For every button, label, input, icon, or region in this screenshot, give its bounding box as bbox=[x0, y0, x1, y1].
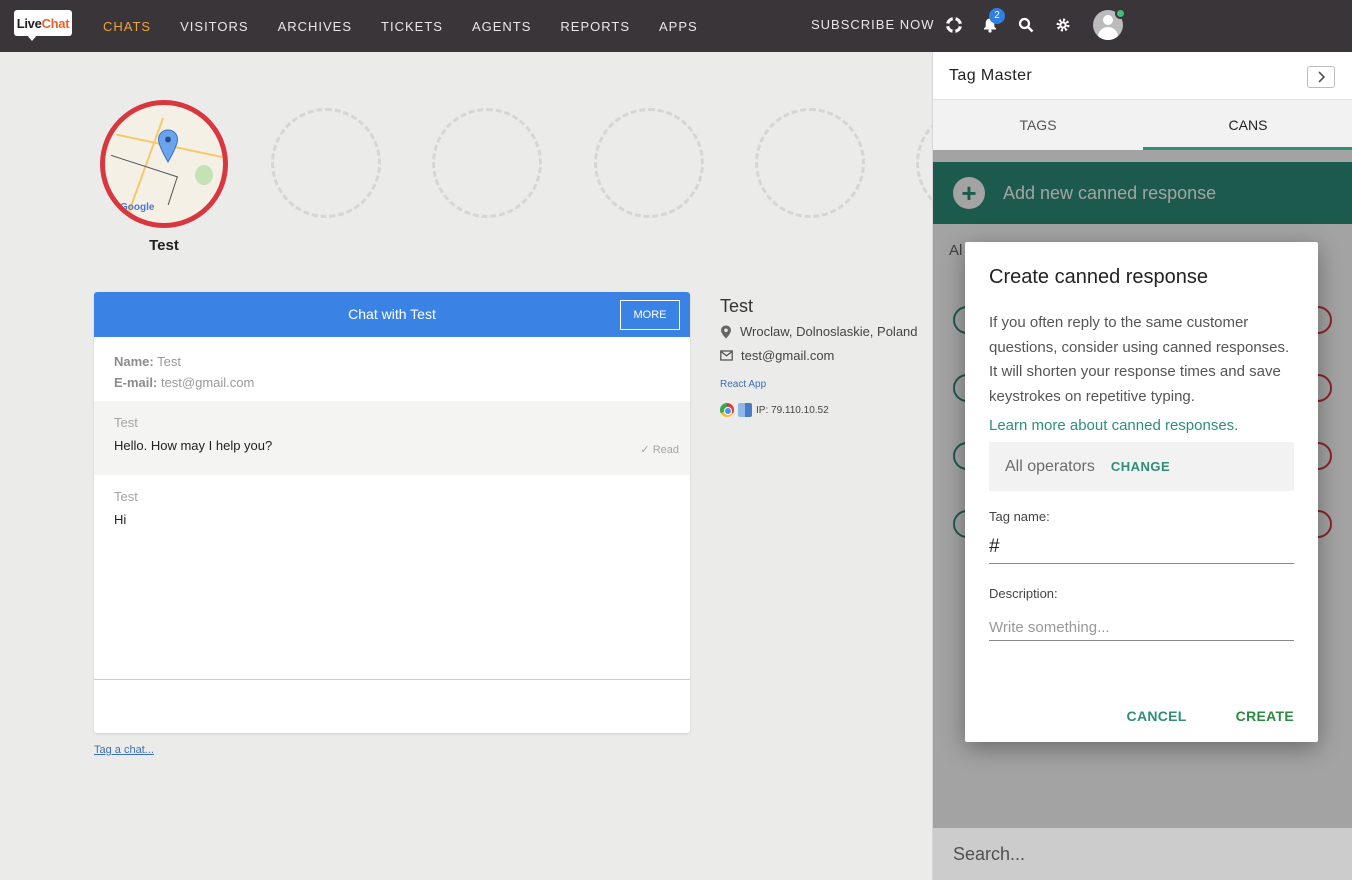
dialog-description: If you often reply to the same customer … bbox=[989, 314, 1290, 405]
chrome-icon bbox=[720, 403, 734, 417]
nav-item-chats[interactable]: CHATS bbox=[103, 19, 151, 34]
tag-chat-link[interactable]: Tag a chat... bbox=[94, 744, 154, 756]
livechat-logo[interactable]: Live Chat bbox=[14, 10, 72, 42]
read-status: ✓ Read bbox=[640, 444, 679, 456]
nav-item-tickets[interactable]: TICKETS bbox=[381, 19, 443, 34]
visitor-name: Test bbox=[149, 237, 179, 254]
operators-selector: All operators CHANGE bbox=[989, 442, 1294, 491]
panel-header: Tag Master bbox=[933, 52, 1352, 100]
empty-visitor-slot bbox=[432, 108, 542, 218]
tag-name-label: Tag name: bbox=[989, 509, 1050, 524]
empty-visitor-slot bbox=[594, 108, 704, 218]
map-brand-text: Google bbox=[120, 202, 155, 213]
details-visitor-name: Test bbox=[720, 296, 754, 316]
tag-name-input[interactable]: # bbox=[989, 534, 1294, 564]
nav-item-apps[interactable]: APPS bbox=[659, 19, 698, 34]
dialog-title: Create canned response bbox=[989, 266, 1209, 288]
chat-window: Chat with Test MORE Name: Test E-mail: t… bbox=[94, 292, 690, 733]
visitor-map-avatar[interactable]: Google bbox=[100, 100, 228, 228]
create-canned-response-dialog: Create canned response If you often repl… bbox=[965, 242, 1318, 742]
details-ip: IP: 79.110.10.52 bbox=[720, 403, 829, 417]
gear-icon[interactable] bbox=[1054, 16, 1072, 34]
panel-tabs: TAGS CANS bbox=[933, 100, 1352, 150]
tab-tags[interactable]: TAGS bbox=[933, 100, 1143, 150]
nav-item-archives[interactable]: ARCHIVES bbox=[278, 19, 352, 34]
check-icon: ✓ bbox=[640, 444, 650, 456]
subscribe-now-link[interactable]: SUBSCRIBE NOW bbox=[811, 17, 935, 32]
tab-cans[interactable]: CANS bbox=[1143, 100, 1352, 150]
search-icon[interactable] bbox=[1017, 16, 1035, 34]
chat-visitor-info: Name: Test E-mail: test@gmail.com bbox=[114, 354, 255, 390]
chat-title: Chat with Test bbox=[348, 306, 436, 322]
change-operators-button[interactable]: CHANGE bbox=[1111, 459, 1170, 474]
chat-message: Test Hello. How may I help you? ✓ Read bbox=[94, 401, 690, 475]
empty-visitor-slot bbox=[271, 108, 381, 218]
nav-item-visitors[interactable]: VISITORS bbox=[180, 19, 248, 34]
mail-icon bbox=[720, 350, 733, 361]
panel-title: Tag Master bbox=[949, 66, 1033, 84]
lifebuoy-icon[interactable] bbox=[945, 16, 963, 34]
chat-message-input[interactable] bbox=[94, 679, 690, 733]
visitor-name-value: Test bbox=[157, 354, 181, 369]
nav-item-agents[interactable]: AGENTS bbox=[472, 19, 531, 34]
online-status-dot bbox=[1115, 8, 1126, 19]
search-backdrop bbox=[933, 828, 1352, 880]
details-email: test@gmail.com bbox=[720, 348, 834, 363]
top-nav: Live Chat CHATS VISITORS ARCHIVES TICKETS… bbox=[0, 0, 1352, 52]
description-label: Description: bbox=[989, 586, 1058, 601]
learn-more-link[interactable]: Learn more about canned responses. bbox=[989, 417, 1294, 434]
chat-header: Chat with Test MORE bbox=[94, 292, 690, 337]
chat-message: Test Hi bbox=[114, 489, 138, 527]
cancel-button[interactable]: CANCEL bbox=[1127, 708, 1187, 724]
macos-icon bbox=[738, 403, 752, 417]
details-app-link[interactable]: React App bbox=[720, 379, 766, 390]
more-button[interactable]: MORE bbox=[620, 300, 680, 330]
location-pin-icon bbox=[721, 325, 731, 338]
operators-value: All operators bbox=[1005, 457, 1095, 475]
empty-visitor-slot bbox=[755, 108, 865, 218]
notification-badge: 2 bbox=[989, 8, 1005, 24]
visitor-email-value: test@gmail.com bbox=[160, 375, 255, 390]
nav-item-reports[interactable]: REPORTS bbox=[560, 19, 630, 34]
create-button[interactable]: CREATE bbox=[1236, 708, 1294, 724]
description-input[interactable]: Write something... bbox=[989, 611, 1294, 641]
collapse-panel-chevron-icon[interactable] bbox=[1307, 66, 1335, 88]
map-pin-icon bbox=[157, 129, 179, 163]
details-location: Wroclaw, Dolnoslaskie, Poland bbox=[720, 324, 918, 339]
dialog-actions: CANCEL CREATE bbox=[1127, 708, 1294, 724]
nav-menu: CHATS VISITORS ARCHIVES TICKETS AGENTS R… bbox=[103, 0, 727, 52]
